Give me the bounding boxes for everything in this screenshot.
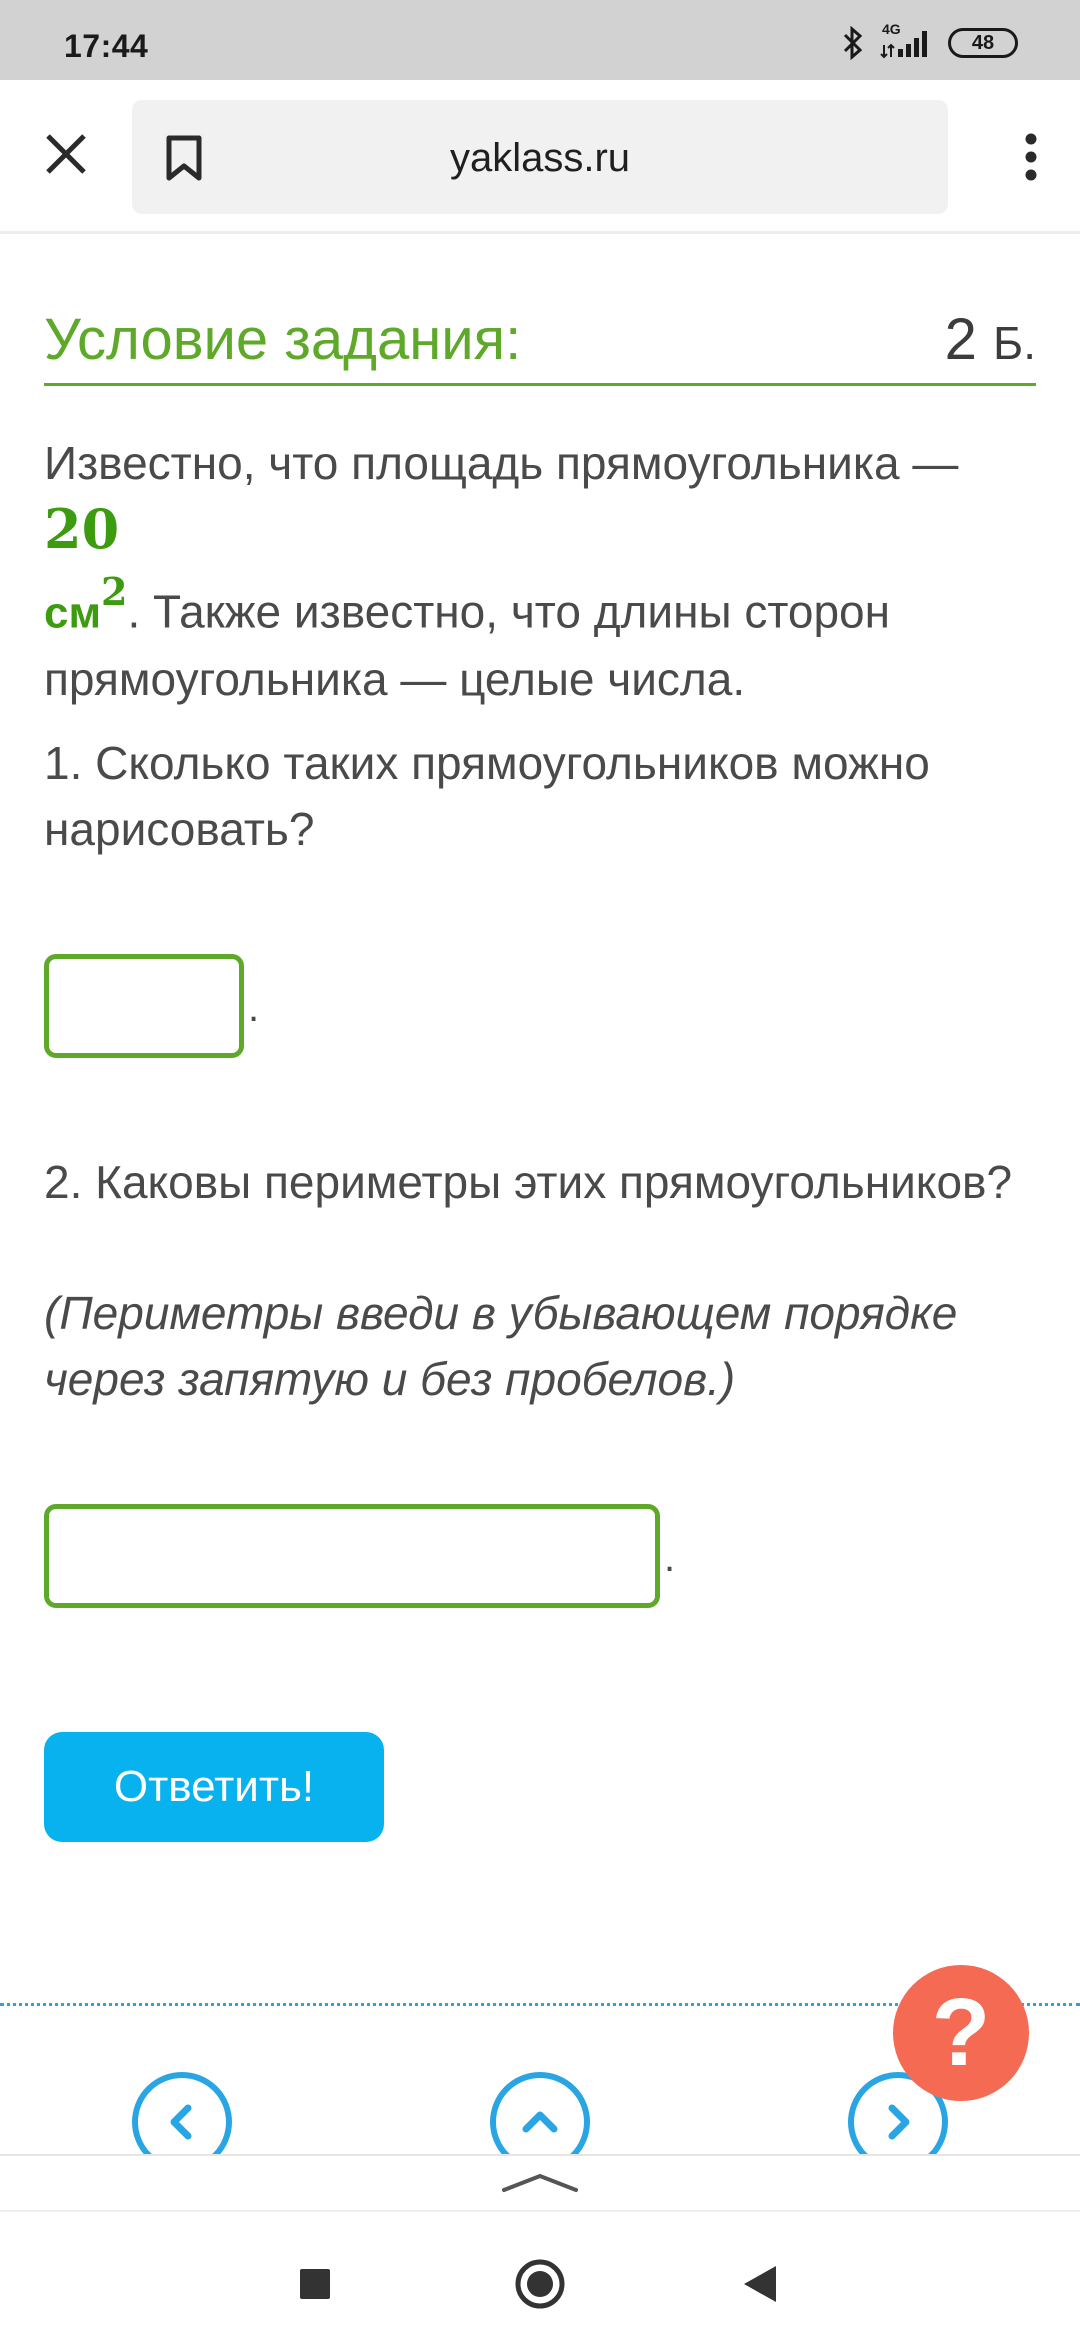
bluetooth-icon bbox=[842, 26, 864, 60]
home-button[interactable] bbox=[510, 2254, 570, 2314]
recents-button[interactable] bbox=[285, 2254, 345, 2314]
answer-1-suffix: . bbox=[248, 986, 260, 1030]
more-menu-button[interactable] bbox=[1006, 120, 1056, 194]
help-button[interactable]: ? bbox=[893, 1965, 1029, 2101]
close-icon bbox=[46, 134, 86, 174]
question-1: 1. Сколько таких прямоугольников можно н… bbox=[44, 737, 930, 855]
submit-label: Ответить! bbox=[113, 1762, 315, 1811]
question-2: 2. Каковы периметры этих прямоугольников… bbox=[44, 1156, 1013, 1208]
status-icons: 4G 48 bbox=[842, 21, 1018, 60]
more-vert-icon bbox=[1025, 133, 1037, 181]
area-value: 20 bbox=[44, 497, 120, 561]
bottom-sheet-handle-bar[interactable] bbox=[0, 2154, 1080, 2214]
back-button[interactable] bbox=[730, 2254, 790, 2314]
status-time: 17:44 bbox=[64, 28, 149, 64]
url-text: yaklass.ru bbox=[449, 136, 631, 180]
system-navigation-bar bbox=[0, 2210, 1080, 2340]
submit-button[interactable]: Ответить! bbox=[44, 1732, 384, 1842]
back-triangle-icon bbox=[744, 2266, 776, 2302]
chevron-right-icon bbox=[888, 2104, 910, 2140]
intro-text-2: . Также известно, что длины сторон прямо… bbox=[44, 585, 891, 706]
chevron-up-icon bbox=[522, 2111, 558, 2133]
intro-text-1: Известно, что площадь прямоугольника — bbox=[44, 437, 959, 489]
answer-1-input[interactable] bbox=[44, 954, 244, 1058]
chevron-left-icon bbox=[170, 2104, 192, 2140]
area-exponent: 2 bbox=[101, 569, 128, 614]
answer-2-suffix: . bbox=[664, 1536, 676, 1580]
task-intro: Известно, что площадь прямоугольника — 2… bbox=[44, 430, 1024, 712]
task-title: Условие задания: bbox=[44, 307, 522, 372]
area-unit: см bbox=[44, 588, 102, 638]
close-button[interactable] bbox=[36, 124, 96, 184]
status-bar: 17:44 4G 48 bbox=[0, 0, 1080, 80]
help-label: ? bbox=[931, 1979, 991, 2086]
network-label: 4G bbox=[882, 21, 901, 37]
browser-toolbar: yaklass.ru bbox=[0, 80, 1080, 234]
home-circle-icon bbox=[515, 2259, 565, 2309]
chevron-up-handle-icon bbox=[502, 2173, 578, 2192]
address-bar[interactable]: yaklass.ru bbox=[132, 100, 948, 214]
recents-square-icon bbox=[300, 2269, 330, 2299]
signal-icon: 4G bbox=[880, 21, 932, 59]
battery-icon: 48 bbox=[948, 28, 1018, 58]
battery-level: 48 bbox=[971, 31, 995, 54]
task-header: Условие задания: 2 Б. bbox=[44, 294, 1036, 386]
task-points: 2 Б. bbox=[945, 306, 1036, 373]
question-2-hint: (Периметры введи в убывающем порядке чер… bbox=[44, 1287, 958, 1405]
points-unit: Б. bbox=[993, 317, 1036, 369]
points-value: 2 bbox=[944, 307, 977, 372]
answer-2-input[interactable] bbox=[44, 1504, 660, 1608]
